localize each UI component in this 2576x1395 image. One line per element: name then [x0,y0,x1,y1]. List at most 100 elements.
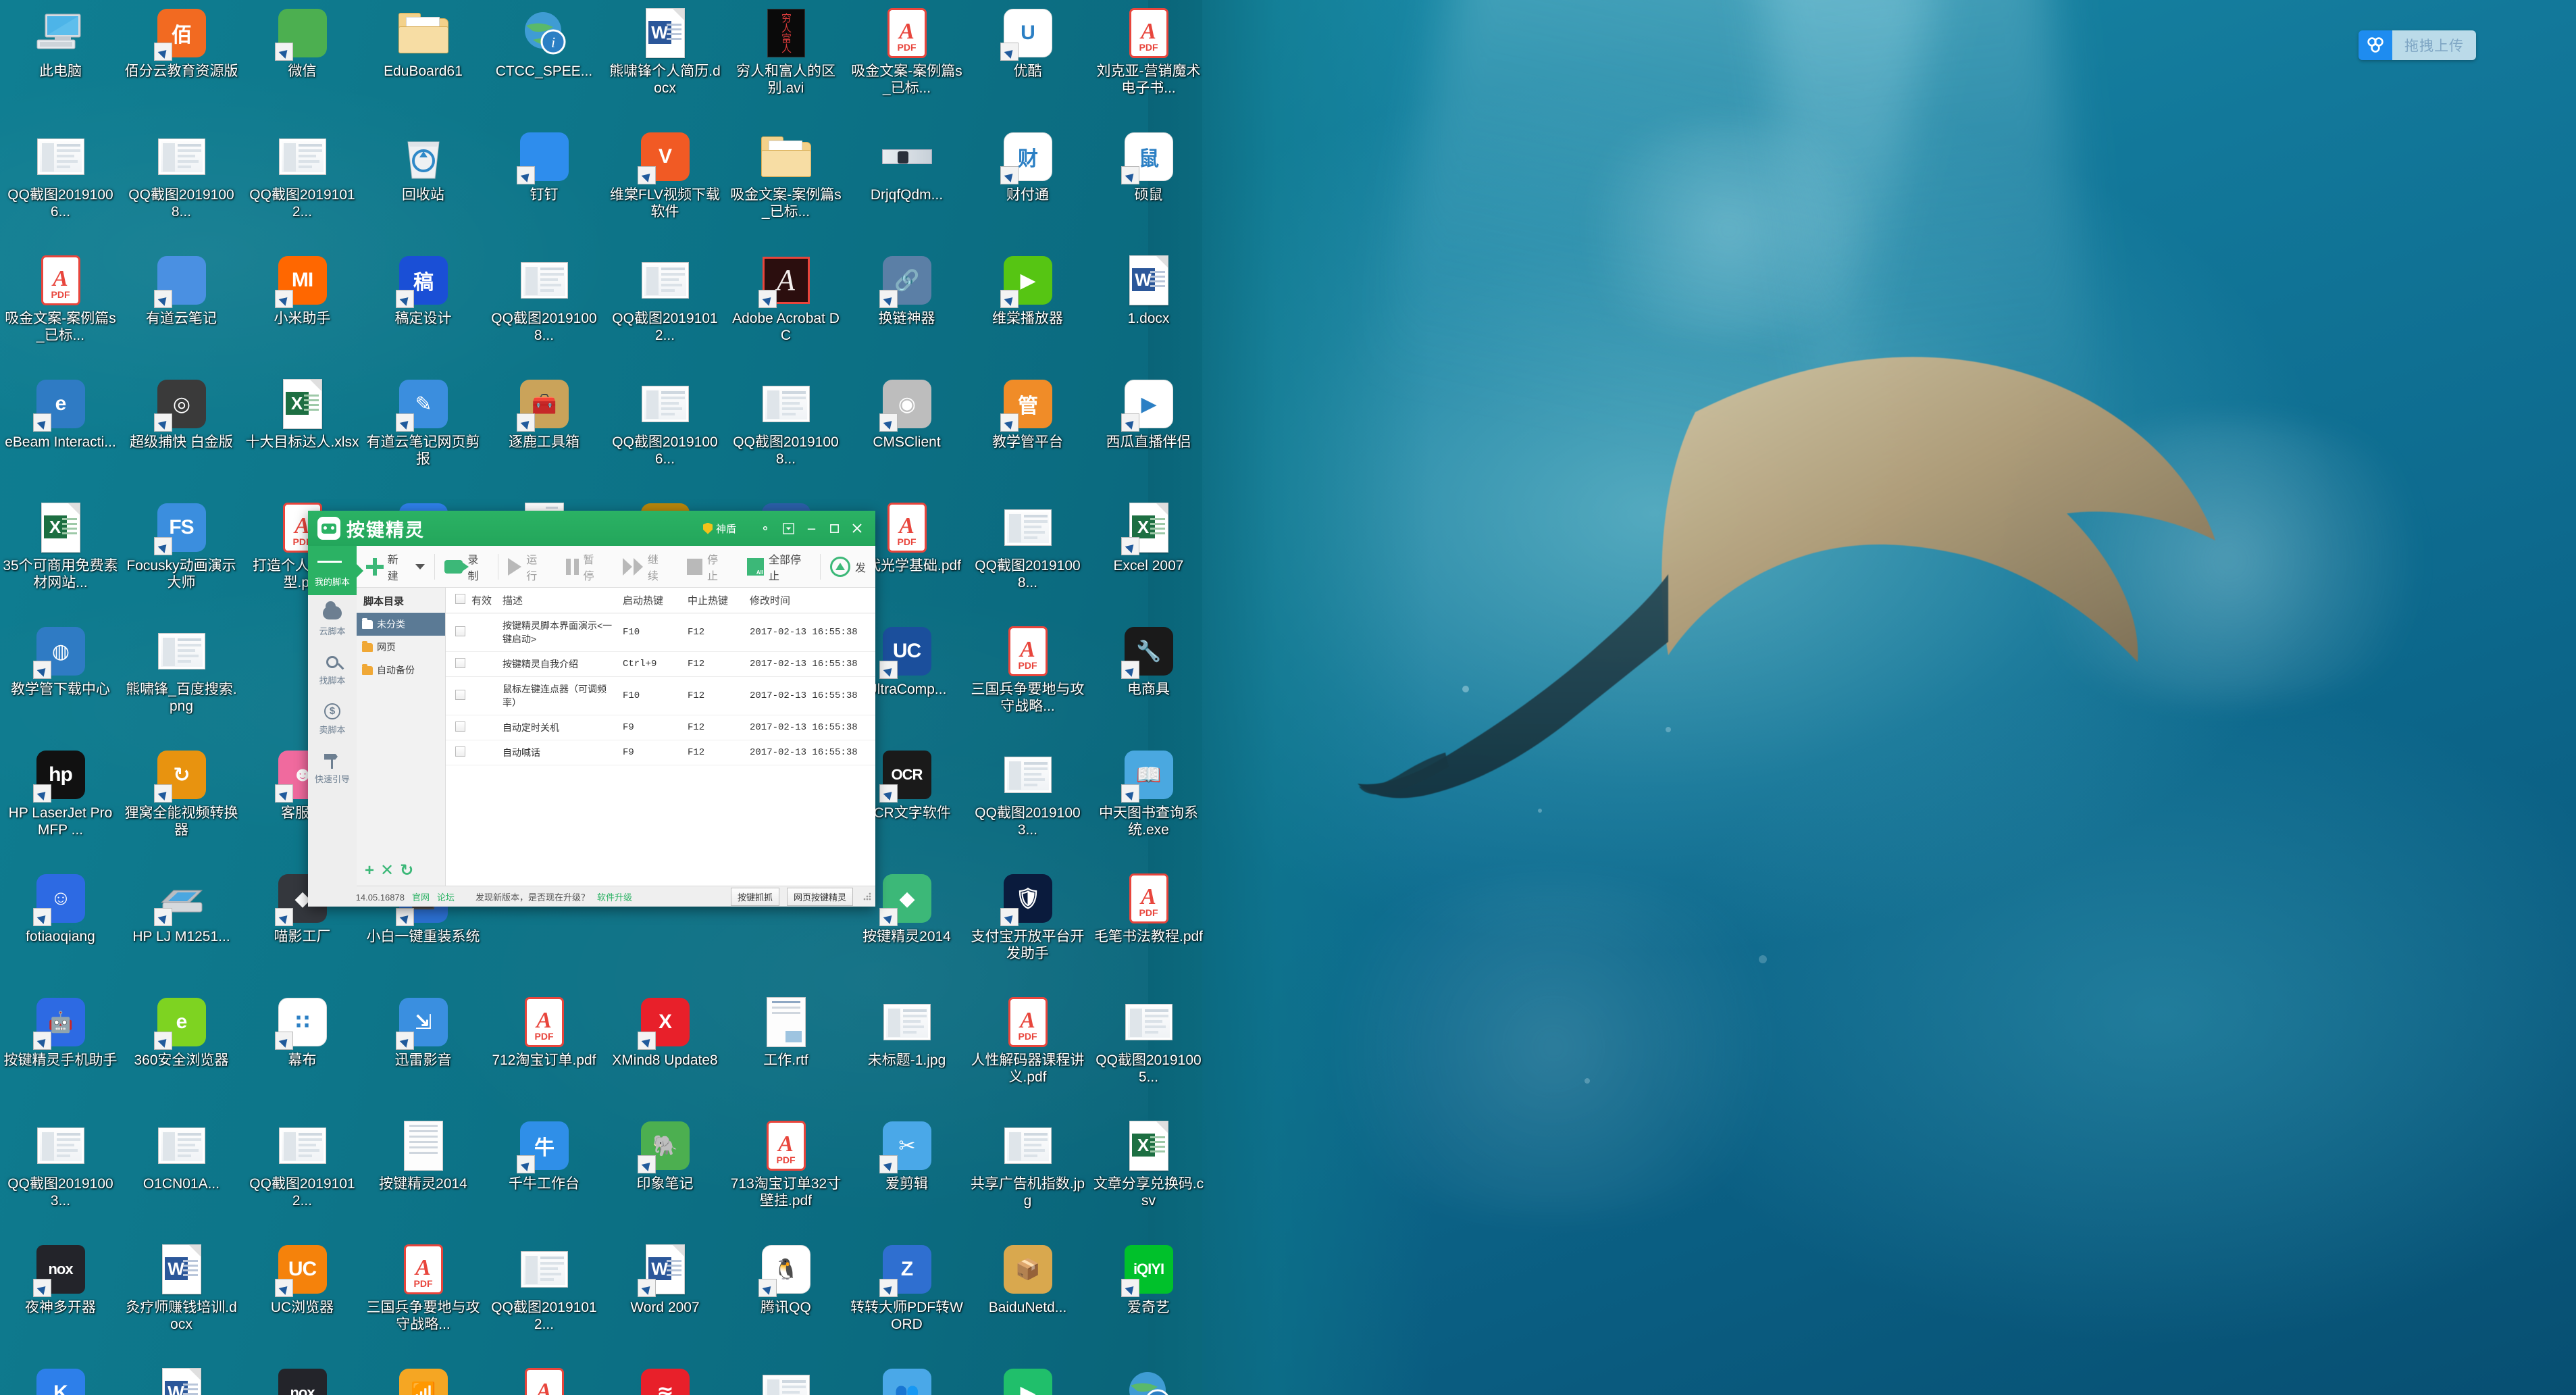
desktop-icon[interactable]: 鼠硕鼠 [1088,124,1209,247]
desktop-icon[interactable]: X文章分享兑换码.csv [1088,1113,1209,1236]
sidebar-item-sell-scripts[interactable]: $ 卖脚本 [308,694,357,743]
window-sidebar[interactable]: 我的脚本 云脚本 找脚本 $ 卖脚本 快速引导 [308,546,357,907]
desktop-icon[interactable]: ▶维棠播放器 [967,247,1088,371]
desktop-icon[interactable]: UCUC浏览器 [242,1236,363,1360]
desktop-icon[interactable]: 未标题-1.jpg [846,989,967,1113]
gear-icon[interactable] [754,517,777,540]
sidebar-item-cloud-scripts[interactable]: 云脚本 [308,595,357,644]
baidu-netdisk-upload-widget[interactable]: 拖拽上传 [2359,30,2476,60]
desktop-icon[interactable]: APDF713淘宝订单32寸壁挂.pdf [725,1113,846,1236]
tree-item-uncategorized[interactable]: 未分类 [357,613,445,636]
table-row[interactable]: 自动定时关机 F9 F12 2017-02-13 16:55:38 [446,715,875,740]
tree-action-bar[interactable]: + ✕ ↻ [357,856,445,886]
desktop-icon[interactable]: APDF人性解码器课程讲义.pdf [967,989,1088,1113]
web-key-wizard-button[interactable]: 网页按键精灵 [787,888,853,906]
desktop-icon[interactable]: 佰佰分云教育资源版 [121,0,242,124]
resize-grip[interactable] [863,892,871,901]
column-header-start-hotkey[interactable]: 启动热键 [620,588,685,613]
desktop-icon[interactable]: ≋超星阅读器 [604,1360,725,1395]
row-checkbox-cell[interactable] [446,613,469,652]
desktop-icon[interactable]: nox夜神模拟器 [242,1360,363,1395]
desktop-icon[interactable]: APDF每天2小时月赚9千到1.5... [484,1360,604,1395]
key-grabber-button[interactable]: 按键抓抓 [731,888,779,906]
official-site-link[interactable]: 官网 [412,890,430,903]
desktop-icon[interactable]: APDF三国兵争要地与攻守战略... [363,1236,484,1360]
tree-item-auto-backup[interactable]: 自动备份 [357,659,445,682]
column-header-stop-hotkey[interactable]: 中止热键 [685,588,747,613]
desktop-icon[interactable]: APDF吸金文案-案例篇s_已标... [0,247,121,371]
desktop-icon[interactable]: 🐘印象笔记 [604,1113,725,1236]
desktop-icon[interactable]: ↻狸窝全能视频转换器 [121,742,242,865]
desktop-icon[interactable]: 👥阿里旺旺 [846,1360,967,1395]
row-checkbox[interactable] [455,658,465,668]
desktop-icon[interactable]: DrjqfQdm... [846,124,967,247]
desktop-icon[interactable]: QQ截图20191008... [725,371,846,494]
row-checkbox-cell[interactable] [446,740,469,765]
window-toolbar[interactable]: 新建 录制 运行 暂停 继续 停止 [308,546,875,588]
sidebar-item-quick-guide[interactable]: 快速引导 [308,743,357,792]
row-checkbox[interactable] [455,746,465,757]
desktop-icon[interactable]: 回收站 [363,124,484,247]
desktop-icon[interactable]: MI小米助手 [242,247,363,371]
desktop-icon[interactable]: 🔧电商具 [1088,618,1209,742]
desktop-icon[interactable]: X35个可商用免费素材网站... [0,494,121,618]
toolbar-new-button[interactable]: 新建 [357,546,434,588]
desktop-icon[interactable]: 按键精灵2014 [363,1113,484,1236]
toolbar-run-button[interactable]: 运行 [498,546,556,588]
row-checkbox-cell[interactable] [446,715,469,740]
software-upgrade-link[interactable]: 软件升级 [597,890,632,903]
maximize-icon[interactable] [823,517,846,540]
desktop-icon[interactable]: 📖中天图书查询系统.exe [1088,742,1209,865]
desktop-icon[interactable]: APDF毛笔书法教程.pdf [1088,865,1209,989]
desktop-icon[interactable]: 牛千牛工作台 [484,1113,604,1236]
delete-folder-button[interactable]: ✕ [380,863,394,879]
row-checkbox[interactable] [455,626,465,636]
toolbar-record-button[interactable]: 录制 [435,546,498,588]
desktop-icon[interactable]: QQ截图20191012... [604,247,725,371]
row-checkbox[interactable] [455,690,465,700]
shield-badge[interactable]: 神盾 [703,522,736,536]
forum-link[interactable]: 论坛 [437,890,455,903]
desktop-icon[interactable]: W文字改编技术电子版(2.0)... [121,1360,242,1395]
desktop-icon[interactable]: QQ截图20191008... [121,124,242,247]
chevron-down-box-icon[interactable] [777,517,800,540]
desktop-icon[interactable]: 财财付通 [967,124,1088,247]
desktop-icon[interactable]: Z转转大师PDF转WORD [846,1236,967,1360]
column-header-valid[interactable]: 有效 [469,588,500,613]
table-row[interactable]: 自动喊话 F9 F12 2017-02-13 16:55:38 [446,740,875,765]
toolbar-stop-all-button[interactable]: 全部停止 [738,546,820,588]
toolbar-stop-button[interactable]: 停止 [677,546,738,588]
desktop-icon[interactable]: W灸疗师赚钱培训.docx [121,1236,242,1360]
desktop-icon[interactable]: EduBoard61 [363,0,484,124]
column-header-description[interactable]: 描述 [500,588,620,613]
desktop-icon[interactable]: ▶西瓜直播伴侣 [1088,371,1209,494]
desktop-icon[interactable]: AAdobe Acrobat DC [725,247,846,371]
table-row[interactable]: 按键精灵脚本界面演示<一键启动> F10 F12 2017-02-13 16:5… [446,613,875,652]
desktop-icon[interactable]: U优酷 [967,0,1088,124]
desktop-icon[interactable]: K酷狗音乐 [0,1360,121,1395]
desktop-icon[interactable]: QQ截图20191012... [242,1113,363,1236]
desktop-icon[interactable]: QQ截图20191012... [242,124,363,247]
desktop-icon[interactable]: QQ截图20191003... [967,742,1088,865]
desktop-icon[interactable]: ⇲迅雷影音 [363,989,484,1113]
desktop-icon[interactable]: iQIYI爱奇艺 [1088,1236,1209,1360]
key-wizard-window[interactable]: 按键精灵 神盾 [308,511,875,907]
column-select-all[interactable] [446,588,469,613]
desktop-icon[interactable]: 稿稿定设计 [363,247,484,371]
desktop-icon[interactable]: QQ截图20191006... [0,124,121,247]
script-table[interactable]: 有效 描述 启动热键 中止热键 修改时间 按键精灵脚本界面演示<一键启动> F1… [446,588,875,765]
desktop-icon[interactable]: QQ截图20191012... [725,1360,846,1395]
desktop-icon[interactable]: W1.docx [1088,247,1209,371]
desktop-icon[interactable]: HP LJ M1251... [121,865,242,989]
desktop-icon[interactable]: ◉CMSClient [846,371,967,494]
desktop-icon[interactable]: ◍教学管下载中心 [0,618,121,742]
desktop-icon[interactable]: eeBeam Interacti... [0,371,121,494]
desktop-icon[interactable]: ◎超级捕快 白金版 [121,371,242,494]
desktop-icon[interactable]: XXMind8 Update8 [604,989,725,1113]
toolbar-continue-button[interactable]: 继续 [613,546,677,588]
desktop-icon[interactable]: 吸金文案-案例篇s_已标... [725,124,846,247]
chevron-down-icon[interactable] [415,564,425,569]
desktop-icon[interactable]: 钉钉 [484,124,604,247]
desktop-icon[interactable]: 🧰逐鹿工具箱 [484,371,604,494]
desktop-icon[interactable]: iCTCC_SPEE... [484,0,604,124]
